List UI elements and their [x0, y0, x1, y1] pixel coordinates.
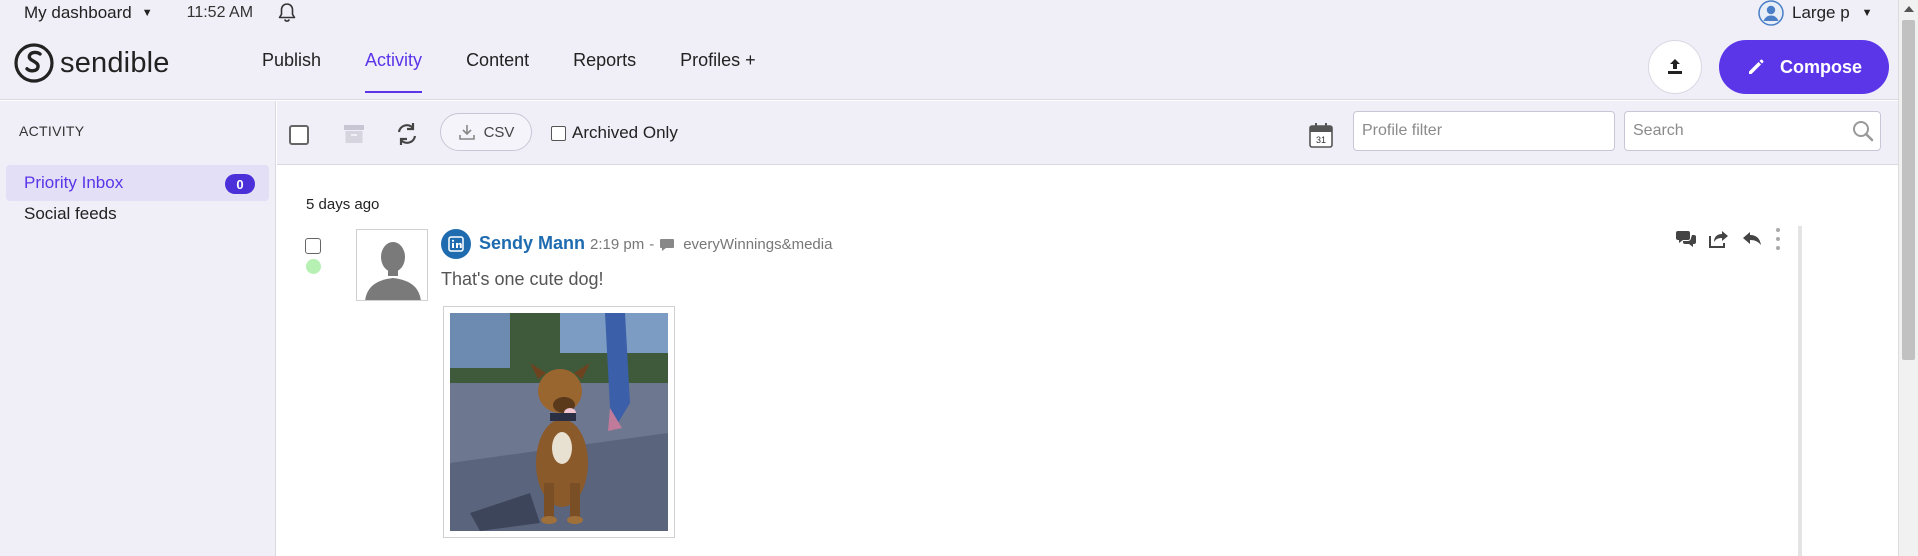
- scroll-up-arrow-icon[interactable]: [1904, 6, 1914, 12]
- post-actions: [1673, 226, 1782, 252]
- upload-icon: [1668, 59, 1682, 74]
- clock-time: 11:52 AM: [186, 4, 254, 21]
- default-avatar-icon: [357, 230, 427, 300]
- main-nav: Publish Activity Content Reports Profile…: [262, 50, 800, 93]
- post-meta: 2:19 pm - everyWinnings&media: [590, 236, 832, 253]
- status-dot: [306, 259, 321, 274]
- archived-only-toggle[interactable]: Archived Only: [551, 123, 678, 143]
- download-icon: [458, 125, 475, 140]
- inbox-count-badge: 0: [225, 174, 255, 194]
- brand-name: sendible: [60, 46, 170, 79]
- dog-photo: [450, 313, 668, 531]
- nav-activity[interactable]: Activity: [365, 50, 423, 93]
- sidebar-item-label: Social feeds: [24, 204, 117, 223]
- dashboard-label[interactable]: My dashboard: [24, 3, 132, 23]
- calendar-icon[interactable]: 31: [1308, 121, 1334, 149]
- post-author-link[interactable]: Sendy Mann: [479, 233, 585, 254]
- calendar-day: 31: [1316, 135, 1326, 145]
- user-avatar-icon[interactable]: [1758, 0, 1784, 26]
- csv-export-button[interactable]: CSV: [440, 113, 532, 151]
- post-checkbox[interactable]: [305, 238, 321, 254]
- post-image[interactable]: [443, 306, 675, 538]
- archived-only-label: Archived Only: [572, 123, 678, 142]
- compose-button[interactable]: Compose: [1719, 40, 1889, 94]
- archived-only-checkbox[interactable]: [551, 125, 566, 141]
- sidebar-title: ACTIVITY: [19, 123, 85, 139]
- nav-content[interactable]: Content: [466, 50, 529, 93]
- more-options-icon[interactable]: [1774, 228, 1782, 250]
- post-divider: [1798, 226, 1802, 556]
- select-all-checkbox[interactable]: [289, 125, 309, 145]
- nav-profiles[interactable]: Profiles +: [680, 50, 756, 93]
- activity-feed: 5 days ago Sendy Mann 2:19 pm - everyWin…: [277, 166, 1898, 556]
- chevron-down-icon[interactable]: ▼: [142, 7, 153, 19]
- post-text: That's one cute dog!: [441, 269, 604, 289]
- sidebar: ACTIVITY Priority Inbox 0 Social feeds: [0, 101, 276, 556]
- compose-label: Compose: [1779, 56, 1862, 77]
- nav-publish[interactable]: Publish: [262, 50, 321, 93]
- meta-separator: -: [649, 236, 655, 253]
- profile-filter-input[interactable]: [1353, 111, 1615, 151]
- dashboard-switcher[interactable]: My dashboard ▼ 11:52 AM: [24, 0, 299, 26]
- pencil-icon: [1748, 59, 1764, 74]
- reply-icon[interactable]: [1739, 226, 1765, 252]
- day-header: 5 days ago: [306, 196, 380, 213]
- scrollbar-thumb[interactable]: [1902, 20, 1915, 360]
- post-time: 2:19 pm: [590, 236, 645, 253]
- linkedin-icon: [441, 229, 471, 259]
- comments-icon[interactable]: [1673, 226, 1699, 252]
- nav-reports[interactable]: Reports: [573, 50, 636, 93]
- author-avatar: [356, 229, 428, 301]
- upload-button[interactable]: [1648, 40, 1702, 94]
- chevron-down-icon[interactable]: ▼: [1862, 7, 1873, 19]
- page-scrollbar[interactable]: [1898, 0, 1918, 556]
- post-source: everyWinnings&media: [683, 236, 833, 253]
- user-menu[interactable]: Large p ▼: [1758, 0, 1873, 26]
- archive-icon[interactable]: [341, 121, 367, 147]
- sidebar-item-label: Priority Inbox: [24, 173, 124, 192]
- top-bar: My dashboard ▼ 11:52 AM Large p ▼ sendib…: [0, 0, 1898, 100]
- search-icon[interactable]: [1851, 119, 1875, 143]
- sendible-logo-icon: [14, 43, 54, 83]
- refresh-icon[interactable]: [393, 120, 421, 148]
- search-input[interactable]: [1624, 111, 1881, 151]
- sidebar-item-social-feeds[interactable]: Social feeds: [6, 196, 269, 232]
- brand-logo[interactable]: sendible: [14, 43, 170, 83]
- user-label[interactable]: Large p: [1792, 3, 1850, 23]
- activity-toolbar: CSV Archived Only 31: [277, 101, 1898, 165]
- csv-label: CSV: [483, 123, 515, 141]
- bell-icon[interactable]: [275, 1, 299, 25]
- comment-icon: [659, 238, 675, 252]
- share-icon[interactable]: [1706, 226, 1732, 252]
